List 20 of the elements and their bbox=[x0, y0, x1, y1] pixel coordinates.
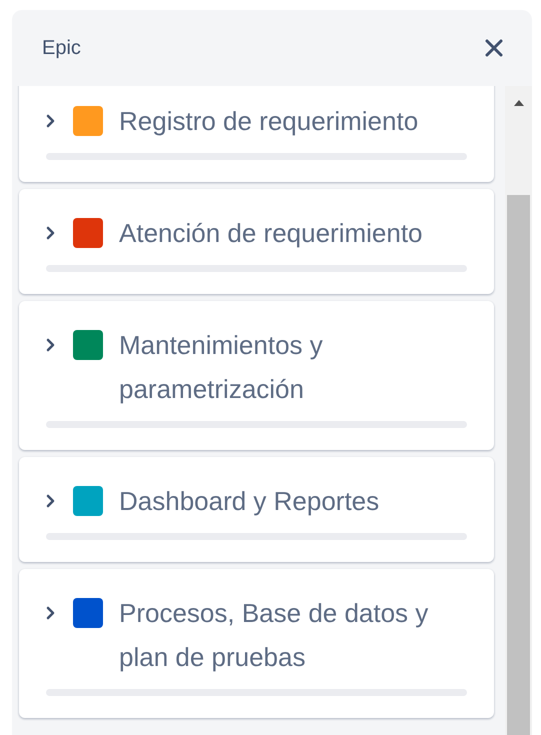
scroll-thumb[interactable] bbox=[507, 195, 530, 735]
chevron-icon bbox=[46, 606, 56, 620]
epic-card[interactable]: Mantenimientos y parametrización bbox=[19, 301, 494, 450]
scrollbar[interactable] bbox=[505, 86, 532, 735]
epic-name: Procesos, Base de datos y plan de pruebas bbox=[119, 597, 430, 674]
chevron-icon bbox=[46, 114, 56, 128]
chevron-icon bbox=[46, 338, 56, 352]
close-icon bbox=[485, 39, 503, 57]
panel-title: Epic bbox=[42, 36, 81, 61]
epic-card[interactable]: Dashboard y Reportes bbox=[19, 457, 494, 562]
chevron-icon bbox=[46, 494, 56, 508]
epic-name: Mantenimientos y parametrización bbox=[119, 329, 324, 406]
epic-card[interactable]: Procesos, Base de datos y plan de pruebas bbox=[19, 569, 494, 718]
epic-name: Dashboard y Reportes bbox=[119, 485, 380, 518]
epic-card[interactable]: Registro de requerimiento bbox=[19, 86, 494, 182]
epic-name: Registro de requerimiento bbox=[119, 105, 418, 138]
chevron-icon bbox=[46, 226, 56, 240]
epic-card[interactable]: Atención de requerimiento bbox=[19, 189, 494, 294]
scroll-up-icon[interactable] bbox=[514, 100, 524, 106]
epic-name: Atención de requerimiento bbox=[119, 217, 423, 250]
